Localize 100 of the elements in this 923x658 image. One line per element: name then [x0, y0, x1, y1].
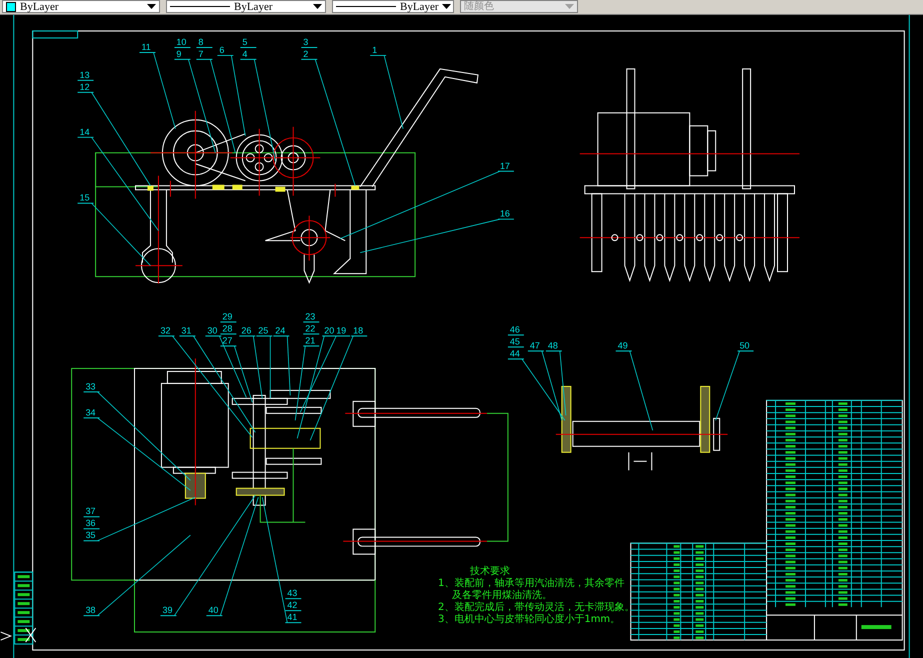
requirement-text: 3、电机中心与皮带轮同心度小于1mm。: [438, 614, 620, 626]
part-number: 37: [86, 506, 96, 516]
label-underline: [174, 46, 191, 48]
part-number: 43: [287, 588, 298, 598]
label-underline: [216, 54, 234, 56]
part-number: 26: [241, 326, 252, 336]
label-underline: [507, 358, 524, 360]
linetype-sample-icon: [336, 6, 396, 7]
part-number: 25: [258, 326, 268, 336]
part-number: 19: [336, 326, 346, 336]
linetype-sample-icon: [170, 6, 230, 7]
label-underline: [196, 58, 213, 60]
part-number: 41: [287, 612, 298, 622]
part-number: 12: [80, 82, 90, 92]
part-number: 23: [305, 312, 316, 322]
part-number: 35: [86, 530, 96, 540]
part-number: 20: [324, 326, 334, 336]
dropdown-value: ByLayer: [234, 0, 274, 12]
part-number: 40: [208, 605, 218, 616]
part-number: 7: [198, 48, 204, 59]
label-underline: [507, 346, 524, 348]
dropdown-value: ByLayer: [400, 0, 438, 12]
label-underline: [300, 58, 318, 60]
part-number: 24: [275, 326, 286, 336]
label-underline: [77, 202, 94, 204]
part-number: 5: [242, 36, 248, 47]
label-underline: [737, 350, 754, 352]
label-underline: [160, 615, 177, 616]
property-dropdown[interactable]: ByLayer: [166, 0, 326, 13]
part-number: 34: [86, 407, 96, 418]
part-number: 45: [510, 336, 520, 346]
label-underline: [77, 80, 94, 81]
label-underline: [220, 345, 237, 346]
label-underline: [370, 54, 387, 56]
part-number: 11: [142, 42, 151, 52]
ucs-icon: [0, 628, 36, 643]
label-underline: [196, 46, 213, 48]
requirement-text: 及各零件用煤油清洗。: [452, 590, 552, 602]
property-dropdown[interactable]: ByLayer: [332, 0, 454, 13]
part-number: 28: [222, 324, 232, 334]
label-underline: [497, 170, 514, 172]
label-underline: [300, 46, 318, 48]
part-number: 36: [86, 518, 96, 528]
part-number: 29: [222, 312, 232, 322]
part-number: 30: [207, 326, 218, 336]
part-number: 47: [530, 340, 540, 350]
part-number: 10: [176, 36, 186, 47]
part-number: 49: [618, 340, 628, 350]
caret-icon: [442, 4, 452, 10]
part-number: 33: [86, 381, 96, 392]
caret-icon: [565, 4, 574, 10]
part-number: 44: [510, 348, 520, 358]
part-number: 13: [80, 70, 90, 80]
dropdown-value: 随颜色: [464, 0, 495, 12]
part-number: 6: [219, 44, 224, 55]
part-number: 38: [86, 605, 96, 616]
part-number: 1: [372, 44, 378, 55]
part-number: 14: [80, 126, 90, 137]
part-number: 32: [160, 326, 170, 336]
label-underline: [174, 58, 191, 60]
leader-line: [715, 350, 740, 421]
label-underline: [83, 417, 100, 418]
dropdown-value: ByLayer: [20, 0, 60, 12]
label-underline: [83, 391, 100, 392]
label-underline: [302, 345, 320, 346]
label-underline: [284, 622, 302, 624]
part-number: 39: [162, 605, 172, 616]
part-number: 50: [740, 340, 750, 350]
part-number: 3: [303, 36, 308, 47]
leader-line: [270, 336, 271, 399]
part-number: 42: [287, 600, 298, 610]
part-number: 8: [198, 36, 204, 47]
part-number: 16: [500, 208, 510, 219]
leader-line: [286, 336, 291, 396]
label-underline: [284, 598, 302, 600]
label-underline: [83, 528, 100, 530]
requirement-text: 2、装配完成后，带传动灵活，无卡滞现象。: [438, 602, 634, 614]
label-underline: [302, 322, 320, 323]
property-dropdown[interactable]: ByLayer: [2, 0, 160, 13]
requirement-text: 1、装配前，轴承等用汽油清洗，其余零件: [438, 578, 624, 590]
label-underline: [220, 322, 237, 323]
part-number: 15: [80, 192, 90, 203]
label-underline: [507, 334, 524, 336]
part-number: 9: [176, 48, 182, 59]
label-underline: [83, 516, 100, 518]
label-underline: [77, 136, 94, 138]
caret-icon: [147, 4, 156, 10]
label-underline: [77, 92, 94, 93]
label-underline: [206, 615, 223, 616]
part-number: 17: [500, 160, 510, 171]
caret-icon: [313, 4, 322, 10]
label-underline: [240, 58, 257, 60]
label-underline: [615, 350, 632, 352]
label-underline: [497, 218, 514, 220]
label-underline: [284, 610, 302, 612]
requirements-title: 技术要求: [470, 566, 510, 578]
part-number: 27: [222, 335, 232, 346]
label-underline: [83, 615, 100, 616]
part-number: 2: [303, 48, 308, 59]
part-number: 4: [242, 48, 248, 59]
